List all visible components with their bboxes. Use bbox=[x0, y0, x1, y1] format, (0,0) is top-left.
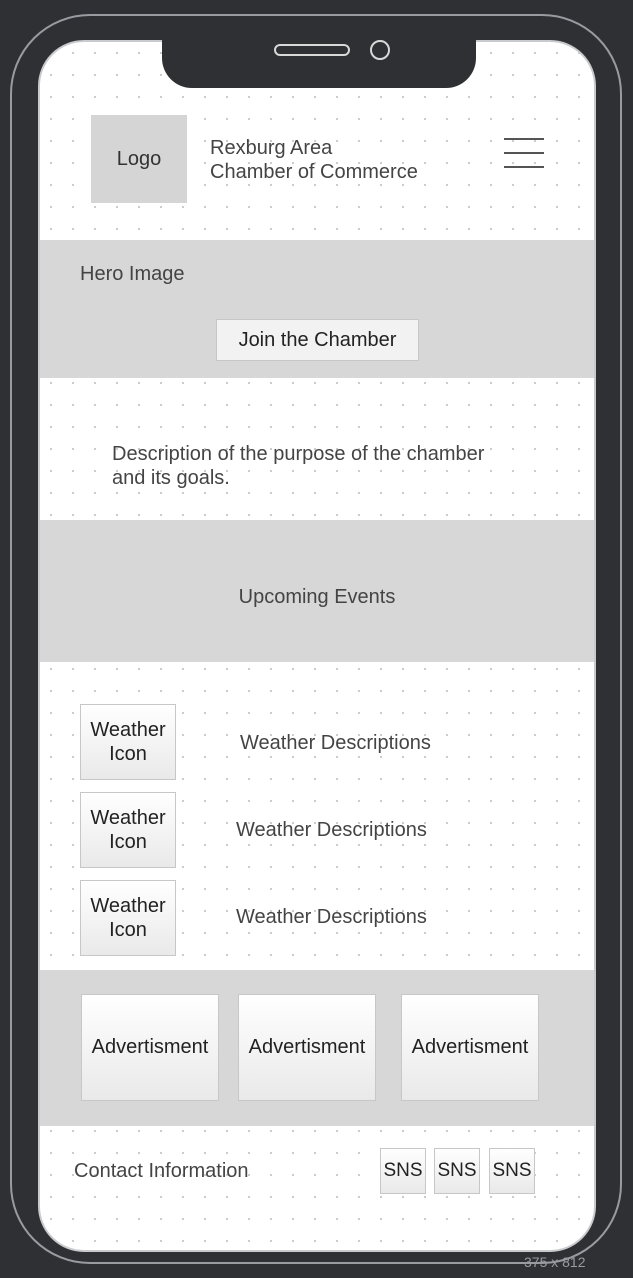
weather-icon: Weather Icon bbox=[80, 704, 176, 780]
weather-description: Weather Descriptions bbox=[236, 819, 427, 841]
weather-icon-label: Weather bbox=[90, 895, 166, 917]
phone-screen: Logo Rexburg Area Chamber of Commerce He… bbox=[38, 40, 596, 1252]
menu-bar bbox=[504, 166, 544, 168]
advertisement-tile[interactable]: Advertisment bbox=[401, 994, 539, 1101]
site-title-line1: Rexburg Area bbox=[210, 137, 333, 159]
speaker-icon bbox=[274, 44, 350, 56]
weather-description: Weather Descriptions bbox=[240, 732, 431, 754]
weather-icon: Weather Icon bbox=[80, 880, 176, 956]
advertisement-tile[interactable]: Advertisment bbox=[81, 994, 219, 1101]
advertisement-tile[interactable]: Advertisment bbox=[238, 994, 376, 1101]
menu-bar bbox=[504, 138, 544, 140]
hero-section: Hero Image Join the Chamber bbox=[40, 240, 594, 378]
sns-button[interactable]: SNS bbox=[434, 1148, 480, 1194]
upcoming-events-label: Upcoming Events bbox=[238, 586, 396, 608]
weather-description: Weather Descriptions bbox=[236, 906, 427, 928]
weather-icon-label: Weather bbox=[90, 807, 166, 829]
hero-image-label: Hero Image bbox=[80, 263, 185, 285]
advertisement-section: Advertisment Advertisment Advertisment bbox=[40, 970, 594, 1126]
camera-icon bbox=[370, 40, 390, 60]
logo-placeholder[interactable]: Logo bbox=[91, 115, 187, 203]
sns-button[interactable]: SNS bbox=[380, 1148, 426, 1194]
menu-bar bbox=[504, 152, 544, 154]
weather-icon-label: Icon bbox=[109, 743, 147, 765]
weather-icon-label: Icon bbox=[109, 831, 147, 853]
weather-icon-label: Weather bbox=[90, 719, 166, 741]
hamburger-menu-icon[interactable] bbox=[504, 138, 544, 168]
upcoming-events-section: Upcoming Events bbox=[40, 520, 594, 662]
weather-icon-label: Icon bbox=[109, 919, 147, 941]
site-title-line2: Chamber of Commerce bbox=[210, 161, 418, 183]
description-line2: and its goals. bbox=[112, 467, 230, 489]
chamber-description: Description of the purpose of the chambe… bbox=[112, 442, 532, 490]
logo-label: Logo bbox=[116, 147, 162, 170]
site-title: Rexburg Area Chamber of Commerce bbox=[210, 136, 418, 184]
frame-size-label: 375 x 812 bbox=[524, 1254, 586, 1270]
device-notch bbox=[162, 40, 476, 88]
weather-icon: Weather Icon bbox=[80, 792, 176, 868]
description-line1: Description of the purpose of the chambe… bbox=[112, 443, 485, 465]
contact-information[interactable]: Contact Information bbox=[74, 1160, 249, 1183]
join-chamber-button[interactable]: Join the Chamber bbox=[216, 319, 419, 361]
sns-button[interactable]: SNS bbox=[489, 1148, 535, 1194]
